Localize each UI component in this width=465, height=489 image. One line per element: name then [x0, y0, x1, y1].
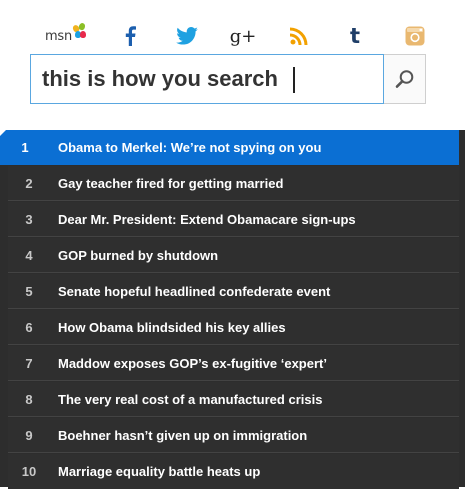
- trending-title[interactable]: GOP burned by shutdown: [50, 248, 218, 263]
- trending-rank: 8: [25, 391, 33, 407]
- google-plus-icon[interactable]: g+: [229, 18, 257, 54]
- rss-icon[interactable]: [286, 18, 312, 54]
- text-caret: [293, 67, 295, 93]
- instagram-icon[interactable]: [402, 18, 428, 54]
- twitter-icon[interactable]: [174, 18, 200, 54]
- facebook-icon[interactable]: [118, 18, 142, 54]
- trending-rank: 4: [25, 247, 33, 263]
- social-links: msn g+ t: [38, 18, 438, 54]
- trending-title[interactable]: Boehner hasn’t given up on immigration: [50, 428, 307, 443]
- trending-title[interactable]: Maddow exposes GOP’s ex-fugitive ‘expert…: [50, 356, 327, 371]
- trending-title[interactable]: Obama to Merkel: We’re not spying on you: [50, 140, 321, 155]
- trending-item[interactable]: 6 How Obama blindsided his key allies: [8, 310, 459, 345]
- active-marker: [0, 130, 6, 136]
- trending-item[interactable]: 10 Marriage equality battle heats up: [8, 454, 459, 489]
- trending-title[interactable]: Dear Mr. President: Extend Obamacare sig…: [50, 212, 356, 227]
- trending-rank: 3: [25, 211, 33, 227]
- trending-item[interactable]: 1 Obama to Merkel: We’re not spying on y…: [0, 130, 459, 165]
- trending-item[interactable]: 5 Senate hopeful headlined confederate e…: [8, 274, 459, 309]
- trending-rank: 10: [21, 464, 37, 479]
- search-box: [30, 54, 384, 104]
- trending-item[interactable]: 3 Dear Mr. President: Extend Obamacare s…: [8, 202, 459, 237]
- msn-logo-text: msn: [44, 28, 73, 44]
- trending-item[interactable]: 9 Boehner hasn’t given up on immigration: [8, 418, 459, 453]
- trending-rank: 1: [21, 140, 29, 155]
- tumblr-glyph: t: [349, 24, 361, 48]
- trending-list: 1 Obama to Merkel: We’re not spying on y…: [0, 130, 465, 489]
- trending-item[interactable]: 8 The very real cost of a manufactured c…: [8, 382, 459, 417]
- trending-rank: 9: [25, 427, 33, 443]
- trending-item[interactable]: 4 GOP burned by shutdown: [8, 238, 459, 273]
- trending-rank: 2: [25, 175, 33, 191]
- google-plus-glyph: g+: [229, 25, 257, 47]
- tumblr-icon[interactable]: t: [344, 18, 366, 54]
- trending-rank: 5: [25, 283, 33, 299]
- search-input[interactable]: [31, 55, 383, 103]
- trending-rank: 7: [25, 355, 33, 371]
- trending-title[interactable]: Marriage equality battle heats up: [50, 464, 260, 479]
- trending-item[interactable]: 2 Gay teacher fired for getting married: [8, 166, 459, 201]
- trending-item[interactable]: 7 Maddow exposes GOP’s ex-fugitive ‘expe…: [8, 346, 459, 381]
- msn-butterfly-icon: [71, 22, 87, 39]
- trending-title[interactable]: The very real cost of a manufactured cri…: [50, 392, 322, 407]
- trending-title[interactable]: Senate hopeful headlined confederate eve…: [50, 284, 330, 299]
- trending-title[interactable]: Gay teacher fired for getting married: [50, 176, 283, 191]
- search-icon: [395, 70, 413, 88]
- search-button[interactable]: [384, 54, 426, 104]
- header-bar: msn g+ t: [0, 0, 465, 130]
- trending-rank: 6: [25, 319, 33, 335]
- trending-title[interactable]: How Obama blindsided his key allies: [50, 320, 286, 335]
- msn-logo[interactable]: msn: [38, 18, 94, 54]
